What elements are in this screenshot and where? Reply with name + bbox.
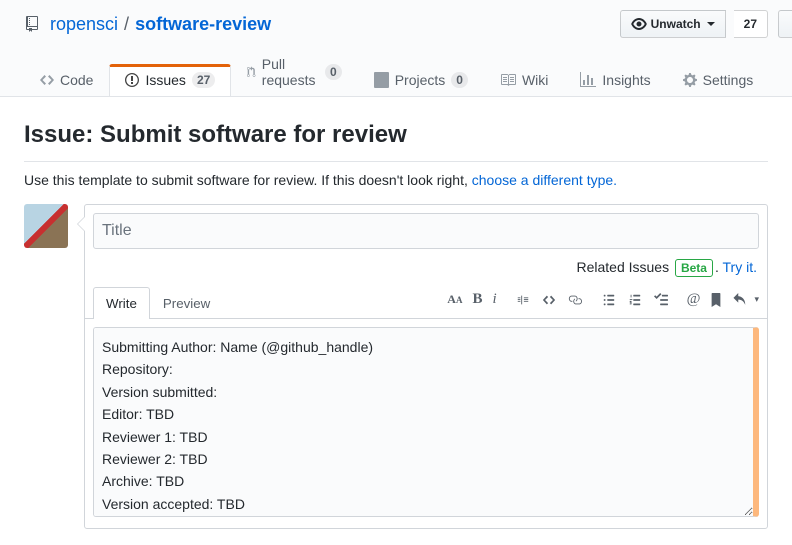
beta-badge: Beta: [675, 259, 713, 277]
truncated-button[interactable]: [778, 10, 792, 38]
tasklist-icon[interactable]: [653, 293, 669, 307]
bold-icon[interactable]: B: [472, 291, 482, 308]
avatar[interactable]: [24, 204, 68, 248]
related-label: Related Issues: [576, 259, 669, 275]
projects-count: 0: [451, 72, 468, 88]
repo-owner-link[interactable]: ropensci: [50, 14, 118, 35]
tab-code[interactable]: Code: [24, 64, 109, 96]
tab-wiki-label: Wiki: [522, 72, 548, 88]
template-description: Use this template to submit software for…: [24, 172, 768, 188]
tab-insights[interactable]: Insights: [564, 64, 666, 96]
choose-template-link[interactable]: choose a different type.: [472, 172, 617, 188]
repo-tabs: Code Issues 27 Pull requests 0 Projects …: [0, 38, 792, 97]
mention-icon[interactable]: @: [687, 291, 701, 308]
project-icon: [374, 72, 389, 88]
repo-header: ropensci / software-review Unwatch 27: [0, 0, 792, 38]
text-size-icon[interactable]: AA: [447, 292, 462, 307]
ol-icon[interactable]: [627, 293, 643, 307]
unwatch-label: Unwatch: [651, 14, 701, 34]
tab-projects[interactable]: Projects 0: [358, 64, 484, 96]
code-icon: [40, 72, 54, 88]
tab-issues[interactable]: Issues 27: [109, 64, 231, 96]
md-toolbar: AA B i @: [447, 291, 759, 314]
repo-sep: /: [124, 14, 129, 35]
tab-projects-label: Projects: [395, 72, 446, 88]
related-issues: Related Issues Beta. Try it.: [95, 259, 757, 277]
repo-name-link[interactable]: software-review: [135, 14, 271, 35]
issue-form: Related Issues Beta. Try it. Write Previ…: [24, 204, 768, 529]
issue-icon: [125, 72, 139, 88]
graph-icon: [580, 72, 596, 88]
editor-tabs: Write Preview: [93, 287, 223, 318]
pr-icon: [247, 64, 255, 80]
watch-group: Unwatch 27: [620, 10, 768, 38]
preview-tab[interactable]: Preview: [150, 287, 223, 319]
link-icon[interactable]: [567, 293, 583, 307]
unwatch-button[interactable]: Unwatch: [620, 10, 726, 38]
issue-body-textarea[interactable]: [93, 327, 759, 517]
quote-icon[interactable]: [515, 293, 531, 307]
tab-settings-label: Settings: [703, 72, 754, 88]
pulls-count: 0: [325, 64, 342, 80]
editor-tabs-row: Write Preview AA B i: [85, 287, 767, 319]
tab-issues-label: Issues: [145, 72, 185, 88]
tab-pulls-label: Pull requests: [262, 56, 319, 88]
eye-icon: [631, 16, 647, 32]
italic-icon[interactable]: i: [492, 291, 496, 308]
reply-icon[interactable]: [732, 293, 748, 307]
tab-insights-label: Insights: [602, 72, 650, 88]
repo-title: ropensci / software-review: [24, 14, 271, 35]
tab-wiki[interactable]: Wiki: [484, 64, 564, 96]
related-dot: .: [715, 259, 723, 275]
form-box: Related Issues Beta. Try it. Write Previ…: [84, 204, 768, 529]
tab-settings[interactable]: Settings: [667, 64, 770, 96]
ul-icon[interactable]: [601, 293, 617, 307]
content-area: Issue: Submit software for review Use th…: [0, 97, 792, 545]
tab-code-label: Code: [60, 72, 93, 88]
watch-count[interactable]: 27: [734, 10, 768, 38]
reply-caret-icon[interactable]: ▾: [754, 294, 759, 305]
desc-text: Use this template to submit software for…: [24, 172, 472, 188]
code-icon-tb[interactable]: [541, 293, 557, 307]
write-tab[interactable]: Write: [93, 287, 150, 319]
bookmark-icon[interactable]: [710, 293, 722, 307]
caret-icon: [707, 22, 715, 30]
book-icon: [500, 72, 516, 88]
tab-pulls[interactable]: Pull requests 0: [231, 48, 357, 96]
repo-icon: [24, 16, 40, 32]
page-title: Issue: Submit software for review: [24, 121, 768, 162]
try-it-link[interactable]: Try it.: [723, 259, 757, 275]
title-input[interactable]: [93, 213, 759, 249]
gear-icon: [683, 72, 697, 88]
issues-count: 27: [192, 72, 215, 88]
